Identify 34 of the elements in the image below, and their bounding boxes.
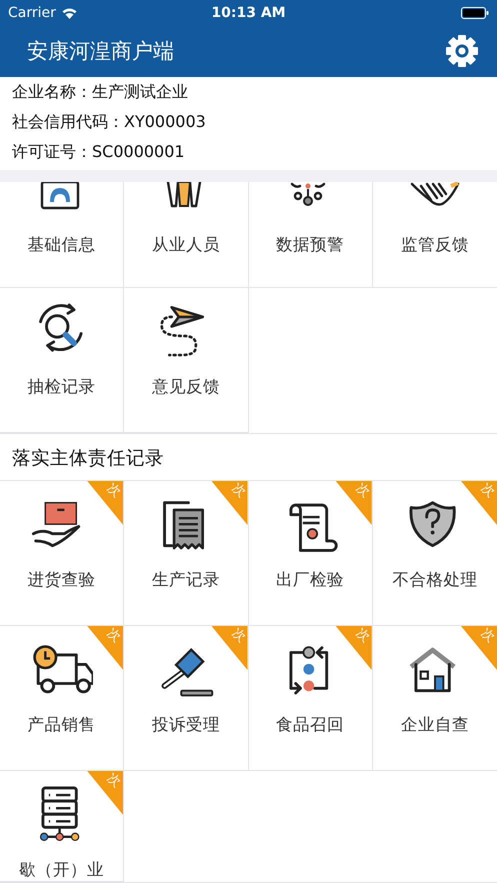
menu-tile[interactable]: 基础信息 xyxy=(0,182,124,288)
corner-tag: 次 xyxy=(212,626,248,670)
company-info-line: 许可证号：SC0000001 xyxy=(12,141,186,163)
section-title: 落实主体责任记录 xyxy=(12,446,164,470)
menu-tile[interactable]: 意见反馈 xyxy=(124,288,248,433)
corner-tag: 次 xyxy=(212,481,248,525)
menu-tile[interactable]: 企业自查 次 xyxy=(372,626,497,771)
menu-tile[interactable]: 产品销售 次 xyxy=(0,626,124,771)
corner-tag: 次 xyxy=(461,626,497,670)
carrier-name: Carrier xyxy=(8,4,56,20)
menu-tile[interactable]: 数据预警 xyxy=(248,182,373,288)
corner-tag: 次 xyxy=(336,626,372,670)
corner-tag: 次 xyxy=(87,626,124,670)
corner-tag: 次 xyxy=(336,481,372,525)
menu-tile[interactable]: 从业人员 xyxy=(124,182,248,288)
wifi-icon xyxy=(60,6,78,18)
menu-tile[interactable]: 抽检记录 xyxy=(0,288,124,433)
status-time: 10:13 AM xyxy=(211,4,286,20)
menu-tile[interactable]: 出厂检验 次 xyxy=(248,481,373,626)
menu-tile[interactable]: 生产记录 次 xyxy=(124,481,248,626)
corner-tag: 次 xyxy=(461,481,497,525)
app-title: 安康河湟商户端 xyxy=(27,38,175,65)
menu-tile[interactable]: 进货查验 次 xyxy=(0,481,124,626)
menu-tile[interactable]: 不合格处理 次 xyxy=(372,481,497,626)
menu-tile[interactable]: 食品召回 次 xyxy=(248,626,373,771)
corner-tag: 次 xyxy=(87,481,124,525)
menu-tile[interactable]: 投诉受理 次 xyxy=(124,626,248,771)
battery-icon xyxy=(461,6,489,18)
corner-tag: 次 xyxy=(87,771,124,815)
company-info-line: 社会信用代码：XY000003 xyxy=(12,111,207,133)
company-info-line: 企业名称：生产测试企业 xyxy=(12,81,189,103)
menu-tile[interactable]: 歇（开）业 次 xyxy=(0,771,124,882)
settings-icon[interactable] xyxy=(445,34,479,68)
menu-tile[interactable]: 监管反馈 xyxy=(372,182,497,288)
